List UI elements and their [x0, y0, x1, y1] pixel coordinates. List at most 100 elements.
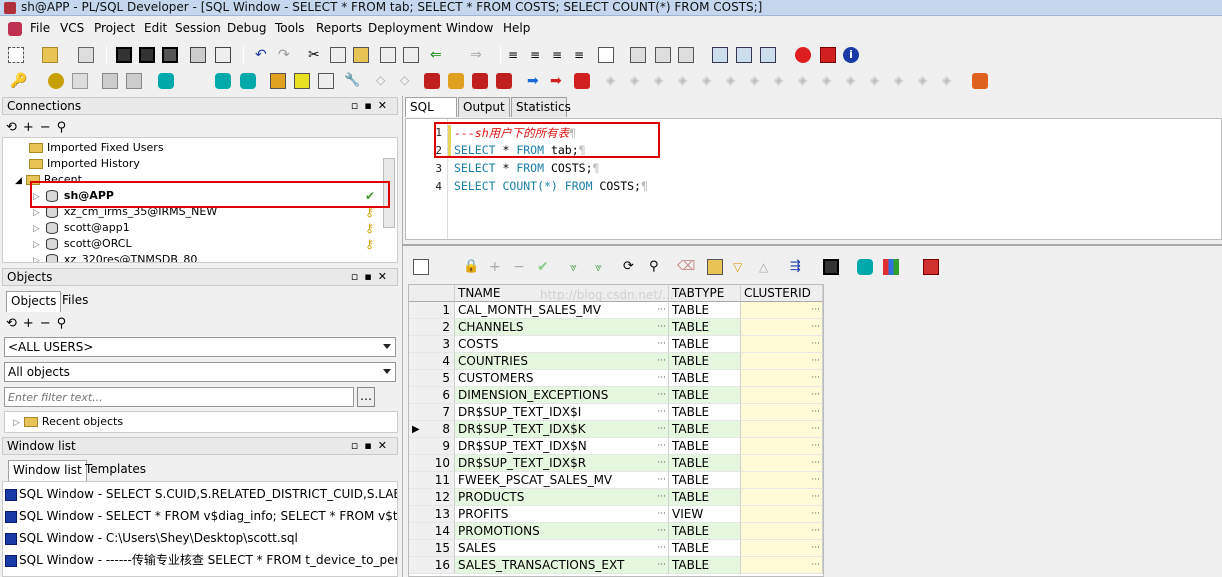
table-cell-tabtype[interactable]: TABLE: [669, 438, 741, 455]
debug10-icon[interactable]: ◈: [822, 73, 838, 89]
table-cell-tabtype[interactable]: TABLE: [669, 523, 741, 540]
arrow-right-red-icon[interactable]: ➡: [550, 73, 566, 89]
uncomment-icon[interactable]: ≡: [574, 47, 590, 63]
print-setup-icon[interactable]: [78, 47, 94, 63]
table-cell-tabtype[interactable]: TABLE: [669, 472, 741, 489]
commit-icon[interactable]: [102, 73, 118, 89]
objects-toolbar[interactable]: ⟲+−⚲: [6, 316, 72, 331]
table-cell-clusterid[interactable]: ···: [741, 523, 823, 540]
ellipsis-icon[interactable]: ···: [811, 421, 820, 437]
ellipsis-icon[interactable]: ···: [811, 455, 820, 471]
info-icon[interactable]: i: [843, 47, 859, 63]
ellipsis-icon[interactable]: ···: [811, 353, 820, 369]
tree-item-fixed-users[interactable]: Imported Fixed Users: [29, 140, 164, 156]
table-cell-tabtype[interactable]: TABLE: [669, 557, 741, 574]
table-cell-clusterid[interactable]: ···: [741, 336, 823, 353]
redo-icon[interactable]: ↷: [278, 47, 294, 63]
filter-more-button[interactable]: …: [357, 387, 375, 407]
table-cell-clusterid[interactable]: ···: [741, 472, 823, 489]
menu-deployment[interactable]: Deployment: [368, 21, 441, 35]
ellipsis-icon[interactable]: ···: [657, 336, 666, 352]
undo-icon[interactable]: ↶: [255, 47, 271, 63]
debug2-icon[interactable]: ◈: [630, 73, 646, 89]
ellipsis-icon[interactable]: ···: [657, 404, 666, 420]
connections-toolbar[interactable]: ⟲+−⚲: [6, 120, 72, 135]
db2-icon[interactable]: [240, 73, 256, 89]
ellipsis-icon[interactable]: ···: [657, 438, 666, 454]
filter-input[interactable]: [4, 387, 354, 407]
grid-icon[interactable]: [413, 259, 429, 275]
ellipsis-icon[interactable]: ···: [657, 557, 666, 573]
fetch-next-icon[interactable]: ⩔: [570, 259, 586, 275]
connection-tnms[interactable]: ▷ xz_320res@TNMSDB_80: [33, 252, 197, 262]
refresh-icon[interactable]: ⟳: [623, 259, 639, 275]
debug7-icon[interactable]: ◈: [750, 73, 766, 89]
tile-v-icon[interactable]: [760, 47, 776, 63]
table-cell-tname[interactable]: COSTS ···: [455, 336, 669, 353]
tile-h-icon[interactable]: [736, 47, 752, 63]
menu-vcs[interactable]: VCS: [60, 21, 84, 35]
lock-icon[interactable]: 🔒: [463, 259, 479, 275]
menu-debug[interactable]: Debug: [227, 21, 266, 35]
tool5-icon[interactable]: [472, 73, 488, 89]
table-cell-tname[interactable]: PRODUCTS ···: [455, 489, 669, 506]
table-cell-tname[interactable]: DR$SUP_TEXT_IDX$I ···: [455, 404, 669, 421]
window3-icon[interactable]: [678, 47, 694, 63]
table-cell-tname[interactable]: COUNTRIES ···: [455, 353, 669, 370]
cascade-icon[interactable]: [712, 47, 728, 63]
ellipsis-icon[interactable]: ···: [657, 387, 666, 403]
menu-tools[interactable]: Tools: [275, 21, 305, 35]
table-cell-tabtype[interactable]: TABLE: [669, 421, 741, 438]
table-cell-clusterid[interactable]: ···: [741, 302, 823, 319]
table-cell-tabtype[interactable]: TABLE: [669, 353, 741, 370]
table-cell-clusterid[interactable]: ···: [741, 557, 823, 574]
print-preview-icon[interactable]: [215, 47, 231, 63]
results-grid[interactable]: TNAME TABTYPE CLUSTERID 1 CAL_MONTH_SALES_MV…: [408, 284, 824, 577]
debug8-icon[interactable]: ◈: [774, 73, 790, 89]
window-list-item[interactable]: SQL Window - SELECT * FROM v$diag_info; …: [5, 506, 397, 526]
tab-sql[interactable]: SQL: [405, 97, 457, 117]
table-cell-tabtype[interactable]: TABLE: [669, 319, 741, 336]
table-cell-clusterid[interactable]: ···: [741, 438, 823, 455]
sort-up-icon[interactable]: △: [759, 259, 775, 275]
unindent-icon[interactable]: ≡: [530, 47, 546, 63]
replace-icon[interactable]: [403, 47, 419, 63]
query-by-example-icon[interactable]: [707, 259, 723, 275]
menu-help[interactable]: Help: [503, 21, 530, 35]
fetch-last-icon[interactable]: ⩔: [595, 259, 611, 275]
tool4-icon[interactable]: [448, 73, 464, 89]
tab-objects[interactable]: Objects: [6, 291, 62, 312]
comment-icon[interactable]: ≡: [552, 47, 568, 63]
tree-item-history[interactable]: Imported History: [29, 156, 140, 172]
table-cell-clusterid[interactable]: ···: [741, 353, 823, 370]
tool3-icon[interactable]: [424, 73, 440, 89]
export-db-icon[interactable]: [857, 259, 873, 275]
tab-statistics[interactable]: Statistics: [511, 97, 571, 117]
panel-buttons[interactable]: ▫▪✕: [351, 98, 393, 114]
table-cell-clusterid[interactable]: ···: [741, 506, 823, 523]
stop-icon[interactable]: [574, 73, 590, 89]
table-cell-tabtype[interactable]: TABLE: [669, 455, 741, 472]
table-cell-tname[interactable]: DIMENSION_EXCEPTIONS ···: [455, 387, 669, 404]
report-icon[interactable]: [294, 73, 310, 89]
tab-output[interactable]: Output: [458, 97, 510, 117]
table-cell-tname[interactable]: CHANNELS ···: [455, 319, 669, 336]
table-cell-tabtype[interactable]: TABLE: [669, 489, 741, 506]
query-builder-icon[interactable]: [318, 73, 334, 89]
table-cell-tname[interactable]: PROFITS ···: [455, 506, 669, 523]
open-icon[interactable]: [42, 47, 58, 63]
debug13-icon[interactable]: ◈: [894, 73, 910, 89]
doc-icon[interactable]: [598, 47, 614, 63]
table-cell-tabtype[interactable]: TABLE: [669, 387, 741, 404]
table-cell-tname[interactable]: CAL_MONTH_SALES_MV ···: [455, 302, 669, 319]
goto-icon[interactable]: ⇐: [430, 47, 446, 63]
debug11-icon[interactable]: ◈: [846, 73, 862, 89]
table-cell-tname[interactable]: CUSTOMERS ···: [455, 370, 669, 387]
find-icon[interactable]: ⚲: [649, 259, 665, 275]
table-cell-tabtype[interactable]: VIEW: [669, 506, 741, 523]
ellipsis-icon[interactable]: ···: [811, 557, 820, 573]
table-cell-tname[interactable]: DR$SUP_TEXT_IDX$N ···: [455, 438, 669, 455]
break-icon[interactable]: [72, 73, 88, 89]
arrow-right-blue-icon[interactable]: ➡: [527, 73, 543, 89]
indent-icon[interactable]: ≡: [508, 47, 524, 63]
